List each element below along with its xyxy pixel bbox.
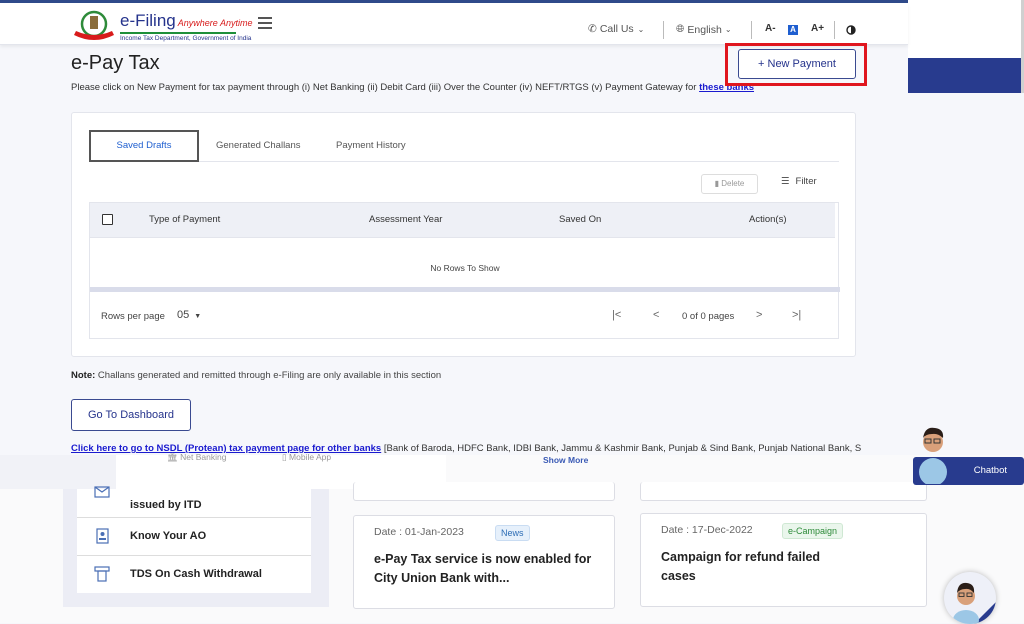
note-body: Challans generated and remitted through … [95,370,442,381]
ghost-net-banking: 🏛︎ Net Banking [167,452,226,463]
filter-label: Filter [795,176,817,187]
caret-down-icon: ▼ [194,313,202,320]
filter-button[interactable]: ☰ Filter [781,176,817,187]
app-header: e-Filing Anywhere Anytime Income Tax Depa… [0,3,908,45]
globe-icon: 🌐︎ [676,23,685,35]
previous-page-button[interactable]: < [653,309,659,321]
select-all-checkbox[interactable] [102,214,113,225]
note-text: Note: Challans generated and remitted th… [71,370,441,381]
news-headline: e-Pay Tax service is now enabled for Cit… [374,552,592,585]
bank-icon: 🏛︎ [167,452,181,462]
payments-card: Saved Drafts Generated Challans Payment … [71,112,856,357]
page-status: 0 of 0 pages [682,311,735,322]
intro-text-body: Please click on New Payment for tax paym… [71,82,700,93]
rows-per-page-value: 05 [177,309,190,321]
chevron-down-icon: ⌄ [724,25,732,34]
news-date: Date : 17-Dec-2022 [661,524,753,536]
phone-icon: ✆ [588,23,597,35]
last-page-button[interactable]: >| [792,309,801,321]
envelope-icon [94,486,110,498]
filter-icon: ☰ [781,176,790,187]
rows-per-page-select[interactable]: 05 ▼ [177,309,201,321]
language-label: English [687,23,722,36]
news-card-partial[interactable] [353,482,615,501]
quick-links-panel: issued by ITD Know Your AO TDS On Cash W… [77,486,311,594]
note-label: Note: [71,370,96,381]
side-panel-white [908,0,1024,58]
tab-bar: Saved Drafts Generated Challans Payment … [89,130,839,162]
quick-link-label: TDS On Cash Withdrawal [130,568,262,580]
go-to-dashboard-button[interactable]: Go To Dashboard [71,399,191,431]
delete-button[interactable]: ▮ Delete [701,174,758,194]
column-assessment-year[interactable]: Assessment Year [369,214,442,225]
quick-link-know-your-ao[interactable]: Know Your AO [77,518,311,556]
brand[interactable]: e-Filing Anywhere Anytime Income Tax Depa… [120,11,252,42]
tab-saved-drafts[interactable]: Saved Drafts [89,130,199,162]
rows-per-page-label: Rows per page [101,311,165,322]
divider [834,21,835,39]
brand-subtitle: Income Tax Department, Government of Ind… [120,35,252,42]
news-badge: News [495,525,530,541]
news-badge: e-Campaign [782,523,844,539]
call-us-label: Call Us [599,23,634,35]
font-decrease-button[interactable]: A- [765,23,776,34]
first-page-button[interactable]: |< [612,309,621,321]
empty-message: No Rows To Show [430,263,500,273]
brand-tagline: Anywhere Anytime [177,18,253,28]
ghost-label: Mobile App [289,452,332,462]
divider [751,21,752,39]
tab-payment-history[interactable]: Payment History [336,130,406,162]
news-card-partial[interactable] [640,482,927,501]
show-more-link[interactable]: Show More [543,455,588,465]
divider [663,21,664,39]
mobile-icon: ▯ [282,452,290,462]
drafts-table: Type of Payment Assessment Year Saved On… [89,202,840,339]
column-type-of-payment[interactable]: Type of Payment [149,214,220,225]
ghost-label: Net Banking [180,452,227,462]
quick-link-label: issued by ITD [130,499,202,511]
language-dropdown[interactable]: 🌐︎ English ⌄ [676,23,732,36]
news-card[interactable]: Date : 01-Jan-2023 News e-Pay Tax servic… [353,515,615,609]
quick-link-authenticate-notice[interactable]: issued by ITD [77,479,311,518]
call-us-dropdown[interactable]: ✆ Call Us ⌄ [588,23,644,35]
emblem-logo-icon[interactable] [71,9,117,45]
next-page-button[interactable]: > [756,309,762,321]
quick-link-label: Know Your AO [130,530,207,542]
news-headline: Campaign for refund failed cases [661,550,821,583]
page-title: e-Pay Tax [71,52,160,74]
delete-label: Delete [721,179,745,188]
chatbot-launcher[interactable] [944,572,996,624]
table-header: Type of Payment Assessment Year Saved On… [90,203,835,238]
side-panel-blue [908,58,1024,93]
column-actions: Action(s) [749,214,787,225]
font-increase-button[interactable]: A+ [811,23,824,34]
chatbot-avatar-icon [953,582,996,624]
brand-underline [120,32,236,34]
atm-icon [94,566,110,582]
contrast-icon[interactable] [846,25,856,35]
tab-generated-challans[interactable]: Generated Challans [216,130,301,162]
table-separator [90,287,840,292]
chevron-down-icon: ⌄ [637,24,645,34]
font-normal-button[interactable]: A [788,25,798,35]
chatbot-avatar-icon[interactable] [912,422,954,484]
column-saved-on[interactable]: Saved On [559,214,601,225]
brand-name: e-Filing [120,11,176,30]
news-date: Date : 01-Jan-2023 [374,526,464,538]
hamburger-menu-icon[interactable] [258,17,272,29]
document-user-icon [96,528,109,544]
intro-text: Please click on New Payment for tax paym… [71,82,754,93]
ghost-mobile-app: ▯ Mobile App [282,452,331,463]
new-payment-button[interactable]: + New Payment [738,49,856,79]
nsdl-bank-list: [Bank of Baroda, HDFC Bank, IDBI Bank, J… [381,443,861,454]
news-card[interactable]: Date : 17-Dec-2022 e-Campaign Campaign f… [640,513,927,607]
quick-link-tds-cash-withdrawal[interactable]: TDS On Cash Withdrawal [77,556,311,594]
